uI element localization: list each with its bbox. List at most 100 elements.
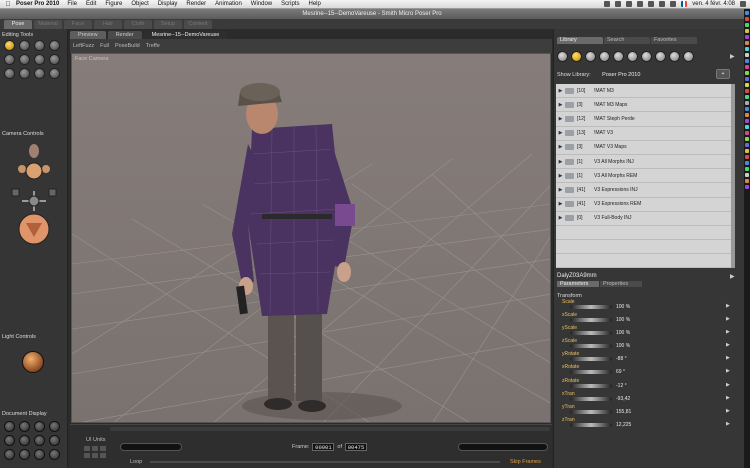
dock-app-icon[interactable] [745, 131, 749, 135]
dock-app-icon[interactable] [745, 29, 749, 33]
light-control-sphere[interactable] [22, 351, 44, 373]
viewport[interactable]: Face Camera [71, 53, 551, 423]
param-dial[interactable] [570, 370, 612, 375]
display-style-hidden-line-icon[interactable] [49, 421, 60, 432]
param-dial[interactable] [570, 344, 612, 349]
expand-arrow-icon[interactable]: ▶ [556, 215, 565, 221]
tab-favorites[interactable]: Favorites [651, 37, 697, 44]
twist-tool-icon[interactable] [19, 40, 30, 51]
tab-material[interactable]: Material [34, 20, 62, 29]
menu-display[interactable]: Display [158, 1, 178, 7]
wifi-icon[interactable] [648, 1, 655, 7]
expand-arrow-icon[interactable]: ▶ [556, 201, 565, 207]
dock-app-icon[interactable] [745, 11, 749, 15]
tab-content[interactable]: Content [184, 20, 212, 29]
dock-app-icon[interactable] [745, 155, 749, 159]
dock-app-icon[interactable] [745, 77, 749, 81]
dock-app-icon[interactable] [745, 107, 749, 111]
param-menu-arrow-icon[interactable]: ▶ [726, 408, 730, 414]
tab-face[interactable]: Face [64, 20, 92, 29]
dock-app-icon[interactable] [745, 149, 749, 153]
param-menu-arrow-icon[interactable]: ▶ [726, 395, 730, 401]
keyframe-controls[interactable] [458, 443, 548, 451]
dock-app-icon[interactable] [745, 59, 749, 63]
list-item[interactable]: ▶ [3] !MAT V3 Maps [556, 141, 731, 155]
translate-tool-icon[interactable] [34, 40, 45, 51]
menu-edit[interactable]: Edit [86, 1, 96, 7]
hair-category-icon[interactable] [599, 51, 610, 62]
spotlight-icon[interactable] [740, 1, 746, 7]
props-category-icon[interactable] [627, 51, 638, 62]
expand-arrow-icon[interactable]: ▶ [556, 159, 565, 165]
library-scrollbar[interactable] [731, 84, 735, 268]
status-icon[interactable] [604, 1, 611, 7]
figures-category-icon[interactable] [557, 51, 568, 62]
battery-icon[interactable] [670, 1, 677, 7]
param-dial[interactable] [570, 357, 612, 362]
display-style-texture-shaded-icon[interactable] [19, 449, 30, 460]
dock-app-icon[interactable] [745, 137, 749, 141]
dock-app-icon[interactable] [745, 161, 749, 165]
tab-cloth[interactable]: Cloth [124, 20, 152, 29]
param-dial[interactable] [570, 396, 612, 401]
menu-object[interactable]: Object [131, 1, 148, 7]
display-style-cartoon-icon[interactable] [49, 435, 60, 446]
dock-app-icon[interactable] [745, 185, 749, 189]
hands-category-icon[interactable] [613, 51, 624, 62]
lights-category-icon[interactable] [641, 51, 652, 62]
param-menu-arrow-icon[interactable]: ▶ [726, 342, 730, 348]
cameras-category-icon[interactable] [655, 51, 666, 62]
expand-arrow-icon[interactable]: ▶ [556, 173, 565, 179]
list-item[interactable]: ▶ [0] V3 Full-Body INJ [556, 212, 731, 226]
panel-menu-arrow-icon[interactable]: ▶ [730, 53, 735, 60]
menu-scripts[interactable]: Scripts [281, 1, 299, 7]
list-item[interactable]: ▶ [13] !MAT V3 [556, 127, 731, 141]
dock-app-icon[interactable] [745, 125, 749, 129]
param-dial[interactable] [570, 383, 612, 388]
param-dial[interactable] [570, 318, 612, 323]
param-value[interactable]: -93,42 [616, 396, 630, 402]
display-style-outline-icon[interactable] [19, 421, 30, 432]
tab-library[interactable]: Library [557, 37, 603, 44]
param-value[interactable]: 100 % [616, 330, 630, 336]
toolbar-item[interactable]: LeftFuzz [73, 43, 94, 49]
expand-arrow-icon[interactable]: ▶ [556, 102, 565, 108]
param-menu-arrow-icon[interactable]: ▶ [726, 421, 730, 427]
grouping-tool-icon[interactable] [4, 68, 15, 79]
add-to-library-button[interactable]: + [716, 69, 730, 79]
display-style-wireframe-icon[interactable] [34, 421, 45, 432]
display-style-shaded-icon[interactable] [4, 449, 15, 460]
param-value[interactable]: -88 ° [616, 356, 627, 362]
ui-unit-button[interactable] [92, 453, 98, 458]
param-menu-arrow-icon[interactable]: ▶ [726, 355, 730, 361]
morphing-tool-icon[interactable] [34, 68, 45, 79]
param-menu-arrow-icon[interactable]: ▶ [726, 368, 730, 374]
dock-app-icon[interactable] [745, 53, 749, 57]
toolbar-item[interactable]: Full [100, 43, 109, 49]
expand-arrow-icon[interactable]: ▶ [556, 187, 565, 193]
display-style-smooth-lined-icon[interactable] [49, 449, 60, 460]
param-value[interactable]: 100 % [616, 317, 630, 323]
menu-animation[interactable]: Animation [215, 1, 242, 7]
list-item[interactable]: ▶ [12] !MAT Steph Perde [556, 112, 731, 127]
param-dial[interactable] [570, 409, 612, 414]
dock-app-icon[interactable] [745, 35, 749, 39]
camera-controls-widget[interactable] [8, 141, 60, 251]
tab-search[interactable]: Search [604, 37, 650, 44]
dock-app-icon[interactable] [745, 83, 749, 87]
dock-app-icon[interactable] [745, 179, 749, 183]
scenes-category-icon[interactable] [683, 51, 694, 62]
translate-in-out-tool-icon[interactable] [49, 40, 60, 51]
dock-app-icon[interactable] [745, 113, 749, 117]
expand-arrow-icon[interactable]: ▶ [556, 88, 565, 94]
list-item[interactable]: ▶ [1] V3 All Morphs INJ [556, 155, 731, 170]
list-item[interactable]: ▶ [41] V3 Expressions REM [556, 198, 731, 212]
expand-arrow-icon[interactable]: ▶ [556, 144, 565, 150]
list-item[interactable]: ▶ [3] !MAT M3 Maps [556, 98, 731, 113]
tab-pose[interactable]: Pose [4, 20, 32, 29]
current-frame-field[interactable]: 00001 [312, 443, 335, 451]
menu-file[interactable]: File [67, 1, 77, 7]
tab-setup[interactable]: Setup [154, 20, 182, 29]
ui-unit-button[interactable] [100, 446, 106, 451]
panel-menu-arrow-icon[interactable]: ▶ [730, 273, 735, 280]
